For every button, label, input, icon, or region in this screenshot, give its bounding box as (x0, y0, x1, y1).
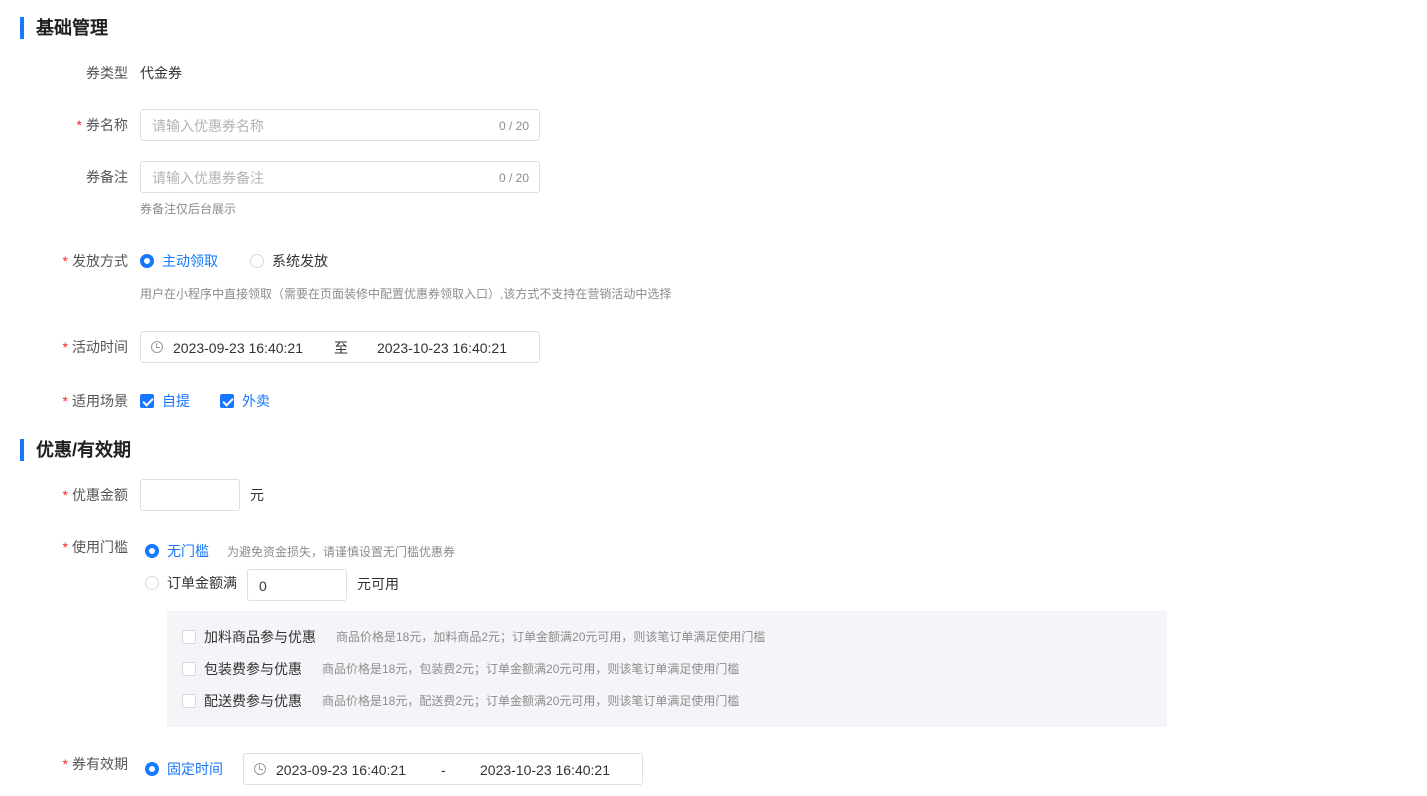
required-mark: * (62, 253, 68, 269)
validity-range-picker[interactable]: 2023-09-23 16:40:21 - 2023-10-23 16:40:2… (243, 753, 643, 785)
order-minimum-input[interactable]: 0 (247, 569, 347, 601)
validity-start-date: 2023-09-23 16:40:21 (276, 762, 406, 778)
activity-time-range-picker[interactable]: 2023-09-23 16:40:21 至 2023-10-23 16:40:2… (140, 331, 540, 363)
amount-unit: 元 (250, 487, 264, 503)
coupon-remark-input[interactable]: 请输入优惠券备注 0 / 20 (140, 161, 540, 193)
checkbox-box (182, 694, 196, 708)
required-mark: * (62, 393, 68, 409)
distribution-hint: 用户在小程序中直接领取（需要在页面装修中配置优惠券领取入口）,该方式不支持在营销… (140, 287, 672, 301)
radio-dot (145, 576, 159, 590)
checkbox-addon-items[interactable]: 加料商品参与优惠 商品价格是18元，加料商品2元；订单金额满20元可用，则该笔订… (182, 627, 765, 647)
coupon-remark-placeholder: 请输入优惠券备注 (152, 170, 264, 186)
radio-dot (145, 762, 159, 776)
threshold-label: * 使用门槛 (62, 539, 128, 555)
coupon-name-placeholder: 请输入优惠券名称 (152, 118, 264, 134)
checkbox-pickup[interactable]: 自提 (140, 391, 190, 411)
coupon-form-page: 基础管理 券类型 代金券 * 券名称 请输入优惠券名称 0 / 20 券备注 请输… (0, 0, 1427, 796)
clock-icon (151, 341, 163, 353)
section-title-basic: 基础管理 (20, 17, 108, 39)
coupon-name-label: * 券名称 (76, 117, 128, 133)
required-mark: * (62, 756, 68, 772)
radio-dot (145, 544, 159, 558)
radio-system-issue[interactable]: 系统发放 (250, 251, 328, 271)
validity-range-separator: - (441, 762, 446, 778)
radio-order-minimum[interactable]: 订单金额满 (145, 573, 237, 593)
radio-no-threshold[interactable]: 无门槛 (145, 541, 209, 561)
activity-time-label: * 活动时间 (62, 339, 128, 355)
radio-dot (250, 254, 264, 268)
checkbox-delivery-fee[interactable]: 配送费参与优惠 商品价格是18元，配送费2元；订单金额满20元可用，则该笔订单满… (182, 691, 739, 711)
activity-end-date: 2023-10-23 16:40:21 (377, 340, 507, 356)
activity-start-date: 2023-09-23 16:40:21 (173, 340, 303, 356)
radio-fixed-time[interactable]: 固定时间 (145, 759, 223, 779)
amount-label: * 优惠金额 (62, 487, 128, 503)
checkbox-box (182, 630, 196, 644)
scenes-label: * 适用场景 (62, 393, 128, 409)
coupon-type-value: 代金券 (140, 65, 182, 81)
activity-range-separator: 至 (334, 340, 348, 356)
required-mark: * (62, 339, 68, 355)
coupon-name-counter: 0 / 20 (498, 119, 529, 133)
radio-active-claim[interactable]: 主动领取 (140, 251, 218, 271)
checkbox-packaging-fee[interactable]: 包装费参与优惠 商品价格是18元，包装费2元；订单金额满20元可用，则该笔订单满… (182, 659, 739, 679)
amount-input[interactable] (140, 479, 240, 511)
checkbox-box (182, 662, 196, 676)
coupon-remark-hint: 券备注仅后台展示 (140, 202, 237, 216)
order-minimum-unit: 元可用 (357, 576, 399, 592)
validity-end-date: 2023-10-23 16:40:21 (480, 762, 610, 778)
coupon-remark-counter: 0 / 20 (498, 171, 529, 185)
required-mark: * (62, 487, 68, 503)
distribution-label: * 发放方式 (62, 253, 128, 269)
checkbox-delivery[interactable]: 外卖 (220, 391, 270, 411)
coupon-remark-label: 券备注 (86, 169, 128, 185)
coupon-type-label: 券类型 (86, 65, 128, 81)
validity-label: * 券有效期 (62, 756, 128, 772)
radio-dot (140, 254, 154, 268)
check-icon (220, 394, 234, 408)
section-title-discount: 优惠/有效期 (20, 439, 131, 461)
required-mark: * (62, 539, 68, 555)
check-icon (140, 394, 154, 408)
required-mark: * (76, 117, 82, 133)
clock-icon (254, 763, 266, 775)
no-threshold-hint: 为避免资金损失，请谨慎设置无门槛优惠券 (227, 545, 456, 559)
coupon-name-input[interactable]: 请输入优惠券名称 0 / 20 (140, 109, 540, 141)
